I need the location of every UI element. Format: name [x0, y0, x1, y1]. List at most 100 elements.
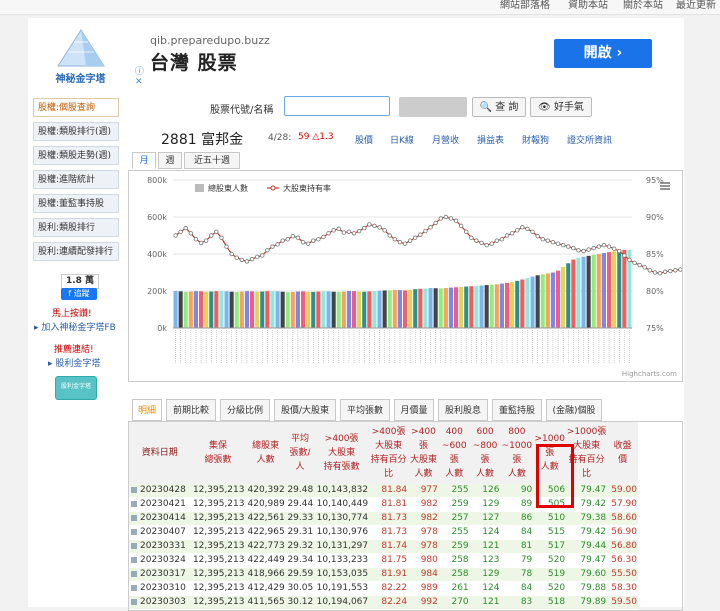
point-major-holding	[407, 238, 413, 243]
point-major-holding	[652, 270, 658, 275]
topbar-link-donate[interactable]: 資助本站	[568, 0, 608, 11]
dividend-link[interactable]: ▸ 股利金字塔	[48, 356, 100, 369]
sidebar-item-sector-trend[interactable]: 股權:類股走勢(週)	[33, 146, 119, 165]
tab-level-ratio[interactable]: 分級比例	[220, 399, 270, 421]
nav-link-revenue[interactable]: 月營收	[432, 133, 459, 146]
topbar-link-blog[interactable]: 網站部落格	[500, 0, 550, 11]
cell-close: 58.60	[607, 511, 638, 526]
ad-url[interactable]: qib.preparedupo.buzz	[150, 34, 270, 47]
col-major-pct[interactable]: >400張 大股東 持有百分比	[369, 422, 409, 484]
table-row[interactable]: 20230414 12,395,213 422,561 29.33 10,130,774…	[129, 511, 638, 526]
table-row[interactable]: 20230303 12,395,213 411,565 30.12 10,194,067…	[129, 595, 638, 610]
table-row[interactable]: 20230310 12,395,213 412,429 30.05 10,191,553…	[129, 581, 638, 596]
col-major-lots[interactable]: >400張 大股東 持有張數	[314, 422, 370, 484]
col-shareholders[interactable]: 總股東 人數	[245, 422, 286, 484]
table-row[interactable]: 20230317 12,395,213 418,966 29.59 10,153,035…	[129, 567, 638, 582]
col-avg-lots[interactable]: 平均 張數/人	[285, 422, 315, 484]
sidebar-item-advanced-stats[interactable]: 股權:進階統計	[33, 170, 119, 189]
point-major-holding	[198, 240, 204, 246]
point-major-holding	[224, 244, 229, 249]
cell-major-count: 989	[408, 581, 439, 596]
sidebar-item-dividend-streak[interactable]: 股利:連續配發排行	[33, 242, 119, 261]
topbar-link-updates[interactable]: 最近更新	[676, 0, 716, 11]
nav-link-price[interactable]: 股價	[355, 133, 373, 146]
cell-date: 20230317	[129, 567, 191, 582]
bar-shareholders	[387, 290, 392, 328]
cell-date: 20230324	[129, 553, 191, 568]
nav-link-caigou[interactable]: 財報狗	[522, 133, 549, 146]
col-date[interactable]: 資料日期	[129, 422, 191, 484]
cell-600-800: 127	[469, 511, 501, 526]
sidebar-item-dividend-rank[interactable]: 股利:類股排行	[33, 218, 119, 237]
tab-weekly[interactable]: 週	[158, 152, 182, 169]
tab-monthly[interactable]: 月	[132, 152, 156, 169]
cell-major-count: 978	[408, 525, 439, 540]
tab-details[interactable]: 明細	[132, 399, 162, 421]
sidebar-item-stock-query[interactable]: 股權:個股查詢	[33, 98, 119, 117]
fb-follow-button[interactable]: f 追蹤	[61, 288, 97, 300]
y-left-tick-label: 400k	[147, 250, 167, 259]
nav-link-twse[interactable]: 證交所資訊	[567, 133, 612, 146]
table-row[interactable]: 20230331 12,395,213 422,773 29.32 10,131,297…	[129, 539, 638, 554]
sidebar-item-director-holdings[interactable]: 股權:董監事持股	[33, 194, 119, 213]
tab-price-major[interactable]: 股價/大股東	[274, 399, 336, 421]
bar-shareholders	[607, 252, 612, 328]
tab-dividends[interactable]: 股利股息	[438, 399, 488, 421]
lucky-button[interactable]: 👁 好手氣	[530, 97, 592, 117]
bar-shareholders	[270, 291, 275, 328]
col-800-1000[interactable]: 800 ~1000 張人數	[500, 422, 534, 484]
cell-close: 59.50	[607, 595, 638, 610]
nav-link-kline[interactable]: 日K線	[390, 133, 414, 146]
point-major-holding	[540, 236, 545, 242]
cell-400-600: 261	[438, 581, 470, 596]
dividend-pyramid-button[interactable]: 股利金字塔	[55, 376, 97, 400]
tab-period-compare[interactable]: 前期比較	[166, 399, 216, 421]
col-major-count[interactable]: >400 張大股東 人數	[408, 422, 439, 484]
cell-shareholders: 422,561	[245, 511, 286, 526]
cell-close: 56.80	[607, 539, 638, 554]
lucky-label: 好手氣	[553, 102, 584, 113]
cell-date: 20230310	[129, 581, 191, 596]
nav-link-income[interactable]: 損益表	[477, 133, 504, 146]
bar-shareholders	[336, 291, 341, 328]
sidebar-item-sector-rank[interactable]: 股權:類股排行(週)	[33, 122, 119, 141]
info-icon[interactable]: ⓘ ✕	[135, 64, 144, 87]
cell-over-1000-pct: 79.89	[566, 595, 608, 610]
cell-total-lots: 12,395,213	[190, 581, 246, 596]
point-major-holding	[321, 234, 326, 240]
bar-shareholders	[591, 254, 596, 328]
cell-major-lots: 10,133,233	[314, 553, 370, 568]
table-row[interactable]: 20230407 12,395,213 422,965 29.31 10,130,976…	[129, 525, 638, 540]
tab-fifty-weeks[interactable]: 近五十週	[184, 152, 240, 169]
site-logo[interactable]: 神秘金字塔	[38, 26, 123, 88]
cell-avg-lots: 29.34	[285, 553, 315, 568]
bar-shareholders	[265, 291, 270, 328]
table-row[interactable]: 20230324 12,395,213 422,449 29.34 10,133,233…	[129, 553, 638, 568]
bar-shareholders	[448, 287, 453, 328]
col-total-lots[interactable]: 集保 總張數	[190, 422, 246, 484]
join-fb-link[interactable]: ▸ 加入神秘金字塔FB	[34, 320, 116, 333]
col-close[interactable]: 收盤價	[607, 422, 638, 484]
bar-shareholders	[382, 290, 387, 328]
topbar-link-about[interactable]: 關於本站	[623, 0, 663, 11]
tab-monthly-volume[interactable]: 月價量	[394, 399, 434, 421]
date-text: 20230324	[140, 555, 186, 565]
query-button[interactable]: 🔍 查 詢	[472, 97, 526, 117]
col-600-800[interactable]: 600 ~800 張人數	[469, 422, 501, 484]
legend-label-major: 大股東持有率	[283, 183, 331, 193]
cell-over-1000-pct: 79.60	[566, 567, 608, 582]
stock-code-input[interactable]	[284, 96, 390, 116]
tab-avg-lots[interactable]: 平均張數	[340, 399, 390, 421]
point-major-holding	[453, 218, 459, 223]
tab-financial-stock[interactable]: (金融)個股	[546, 399, 602, 421]
col-400-600[interactable]: 400 ~600 張人數	[438, 422, 470, 484]
ad-open-button[interactable]: 開啟 ›	[554, 39, 652, 68]
ad-title[interactable]: 台灣 股票	[150, 48, 238, 75]
stock-price: 59 △1.3	[298, 132, 334, 142]
legend-swatch-shareholders	[195, 184, 204, 192]
tab-director-holdings[interactable]: 董監持股	[492, 399, 542, 421]
date-text: 20230407	[140, 527, 186, 537]
bar-shareholders	[494, 284, 499, 328]
point-major-holding	[290, 234, 296, 239]
bar-shareholders	[510, 282, 515, 328]
